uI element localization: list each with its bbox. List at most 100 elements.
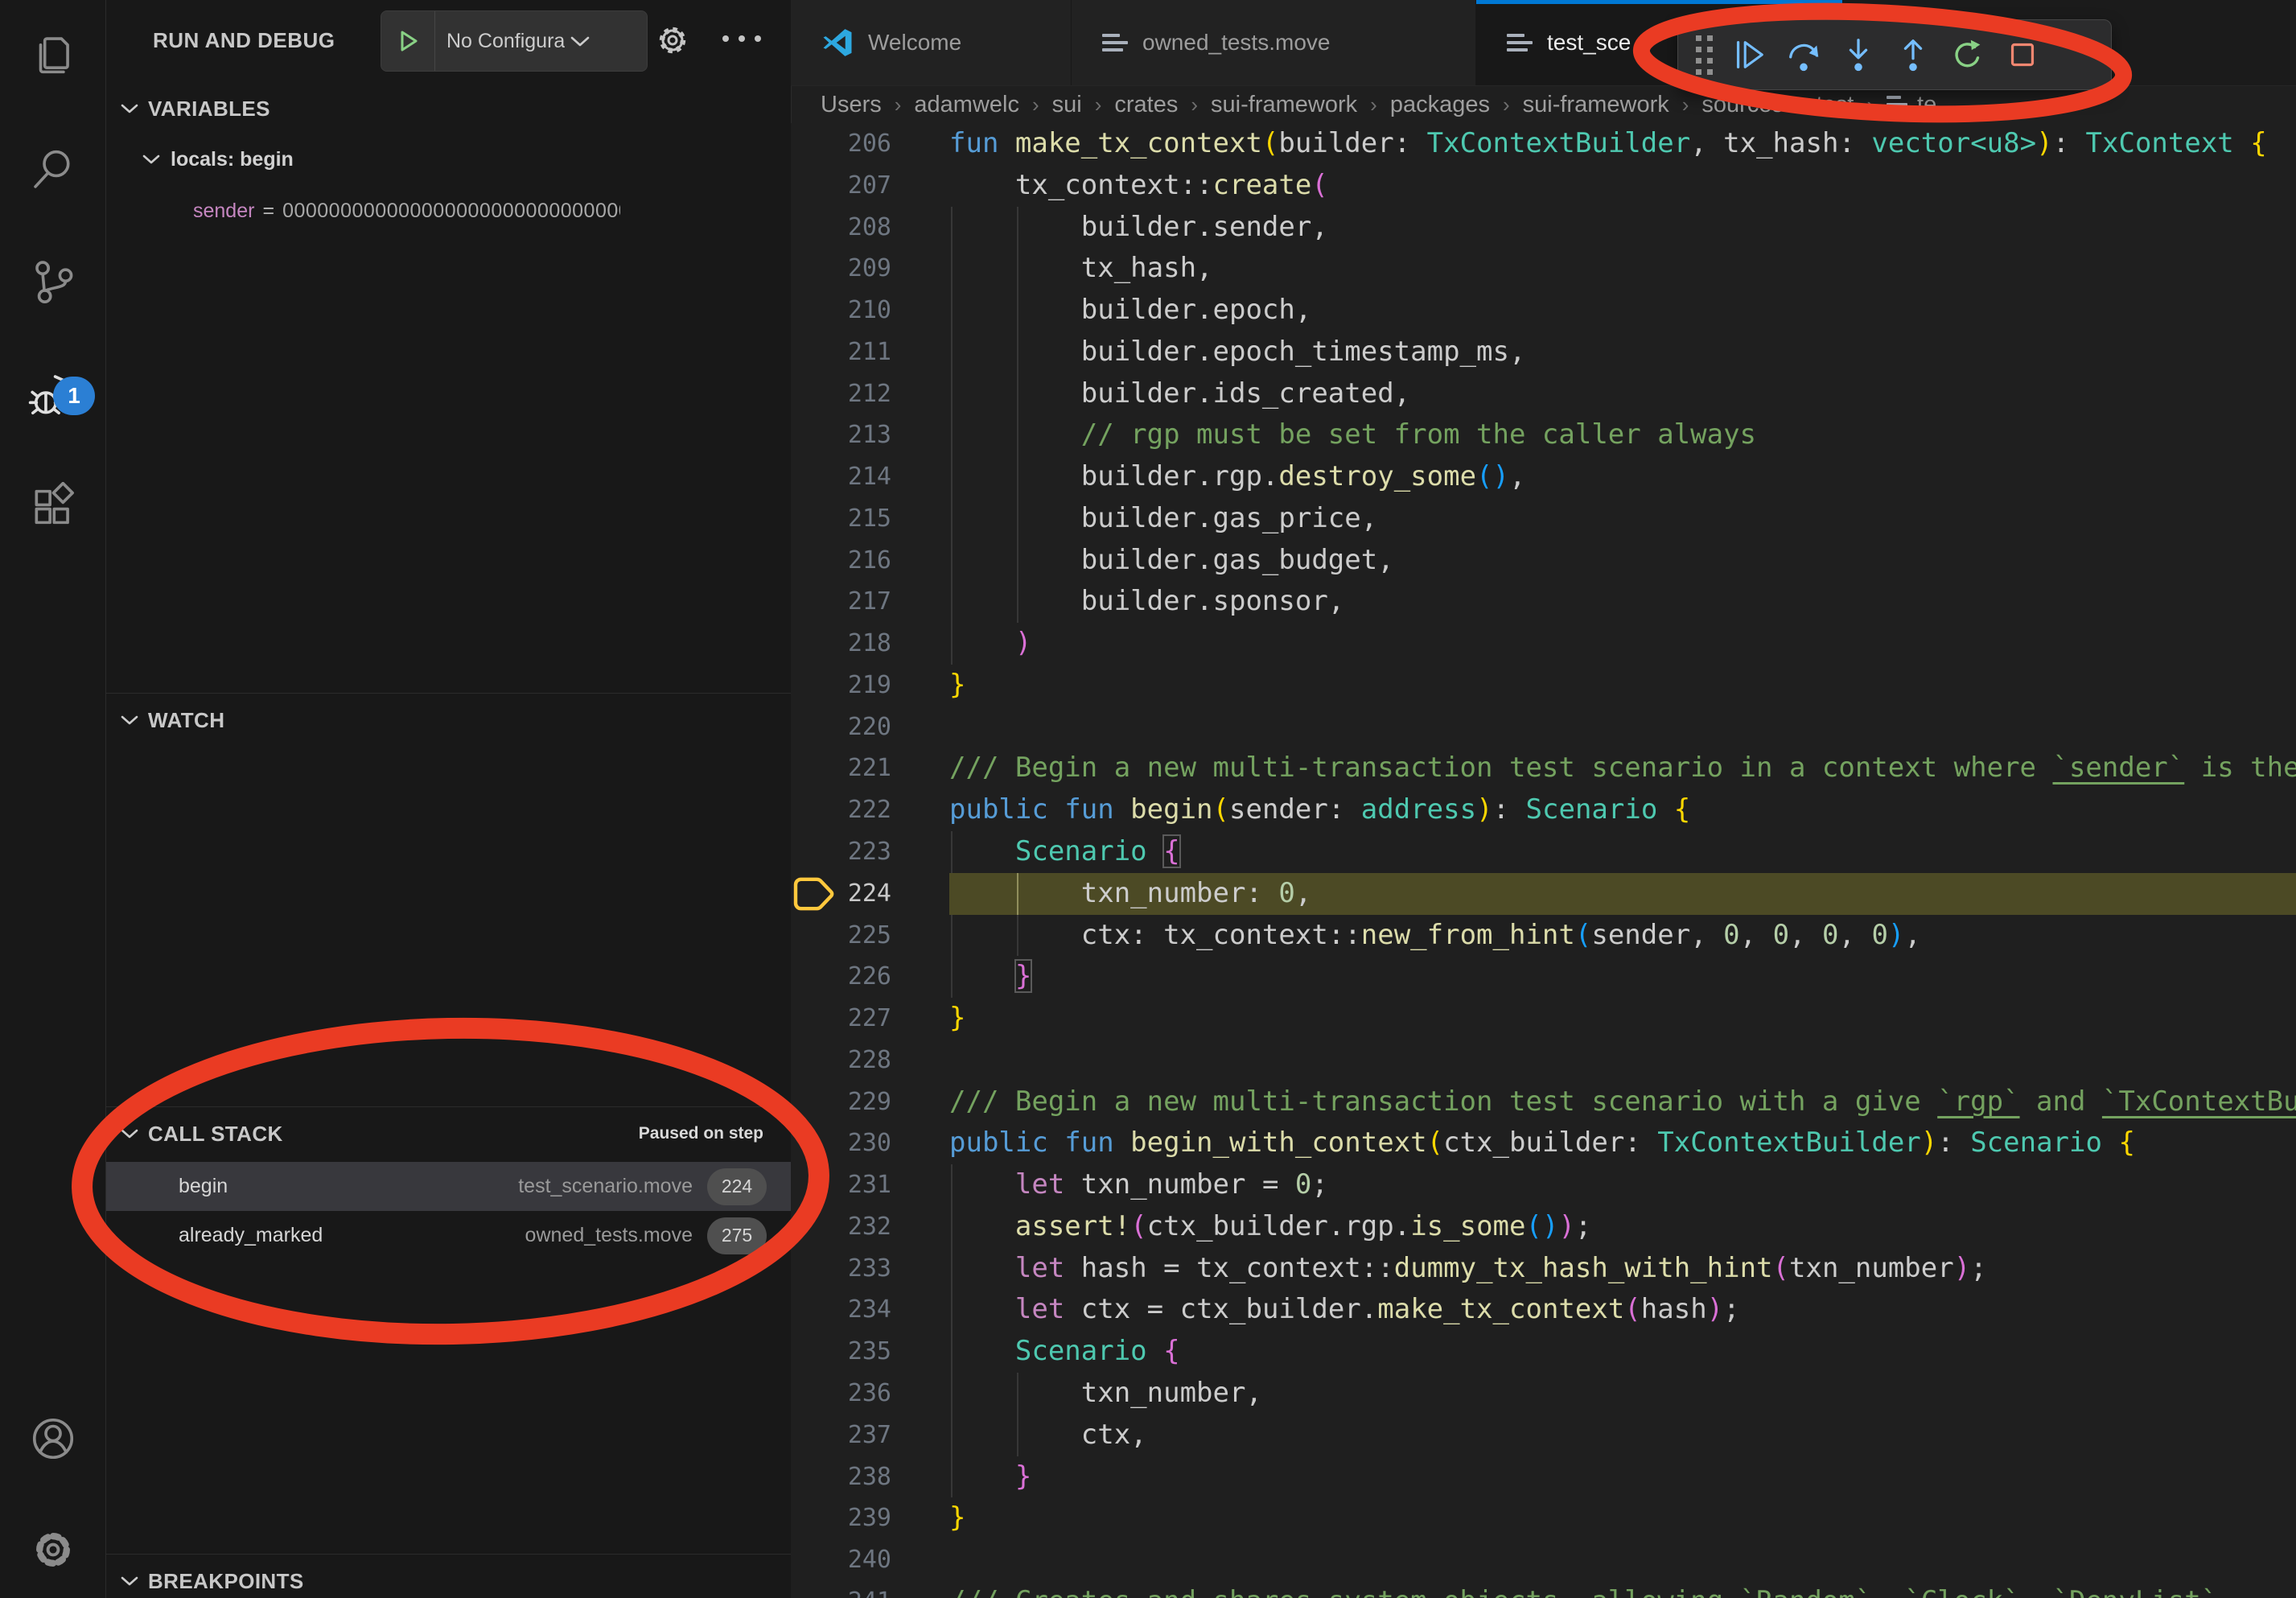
settings-button[interactable] <box>0 1503 105 1598</box>
breadcrumb-separator: › <box>1866 93 1874 117</box>
breadcrumb-item[interactable]: adamwelc <box>914 92 1019 118</box>
glyph-margin <box>791 623 837 665</box>
step-over-button[interactable] <box>1776 26 1831 84</box>
line-number: 223 <box>837 831 891 873</box>
variables-section-header[interactable]: VARIABLES <box>106 89 791 128</box>
code-line: 239} <box>791 1497 2296 1539</box>
more-actions-icon[interactable] <box>722 35 771 47</box>
breadcrumb-separator: › <box>1032 93 1039 117</box>
config-select-label: No Configura <box>446 30 565 53</box>
glyph-margin <box>791 915 837 957</box>
sidebar-item-source-control[interactable] <box>0 235 105 332</box>
code-line: 226 } <box>791 956 2296 998</box>
code-line: 210 builder.epoch, <box>791 290 2296 332</box>
glyph-margin <box>791 248 837 290</box>
glyph-margin <box>791 1581 837 1598</box>
chevron-down-icon <box>570 35 590 47</box>
line-number: 239 <box>837 1497 891 1539</box>
line-number: 216 <box>837 540 891 582</box>
variables-scope-row[interactable]: locals: begin <box>106 138 791 180</box>
call-stack-frame[interactable]: already_markedowned_tests.move275 <box>106 1211 791 1260</box>
line-number: 238 <box>837 1456 891 1498</box>
code-line: 241/// Creates and shares system objects… <box>791 1581 2296 1598</box>
glyph-margin <box>791 165 837 207</box>
line-number: 221 <box>837 748 891 789</box>
debug-toolbar <box>1677 19 2112 90</box>
chevron-down-icon <box>120 715 139 726</box>
code-line: 209 tx_hash, <box>791 248 2296 290</box>
activity-bar: 1 <box>0 0 106 1598</box>
stop-button[interactable] <box>1995 26 2050 84</box>
breadcrumb-item[interactable]: sources <box>1701 92 1784 118</box>
code-line: 233 let hash = tx_context::dummy_tx_hash… <box>791 1248 2296 1290</box>
breadcrumb-item[interactable]: sui-framework <box>1211 92 1357 118</box>
line-number: 234 <box>837 1289 891 1331</box>
start-debug-button[interactable] <box>381 11 435 71</box>
sidebar-item-extensions[interactable] <box>0 460 105 557</box>
glyph-margin <box>791 998 837 1040</box>
step-into-button[interactable] <box>1831 26 1886 84</box>
scope-label: locals: begin <box>171 148 294 171</box>
code-line: 211 builder.epoch_timestamp_ms, <box>791 332 2296 373</box>
tab-owned-tests[interactable]: owned_tests.move <box>1072 0 1476 85</box>
breadcrumb-item[interactable]: sui <box>1052 92 1082 118</box>
sidebar-item-search[interactable] <box>0 122 105 219</box>
call-stack-frame[interactable]: begintest_scenario.move224 <box>106 1162 791 1211</box>
continue-button[interactable] <box>1722 26 1776 84</box>
tab-welcome[interactable]: Welcome <box>791 0 1072 85</box>
continue-icon <box>1730 36 1767 73</box>
breadcrumb-file[interactable]: te <box>1917 92 1936 118</box>
code-line: 213 // rgp must be set from the caller a… <box>791 414 2296 456</box>
watch-section-header[interactable]: WATCH <box>106 701 791 739</box>
drag-handle-icon[interactable] <box>1686 26 1722 84</box>
breadcrumb-item[interactable]: test <box>1817 92 1854 118</box>
line-number: 231 <box>837 1164 891 1206</box>
breadcrumb-item[interactable]: crates <box>1114 92 1178 118</box>
line-number: 237 <box>837 1415 891 1456</box>
tab-label: test_sce <box>1547 30 1631 56</box>
glyph-margin <box>791 498 837 540</box>
sidebar-item-explorer[interactable] <box>0 10 105 106</box>
code-line: 222public fun begin(sender: address): Sc… <box>791 789 2296 831</box>
account-button[interactable] <box>0 1392 105 1489</box>
code-line: 218 ) <box>791 623 2296 665</box>
code-line: 238 } <box>791 1456 2296 1498</box>
breadcrumb-item[interactable]: sui-framework <box>1523 92 1669 118</box>
breadcrumb-item[interactable]: packages <box>1390 92 1490 118</box>
step-out-button[interactable] <box>1886 26 1940 84</box>
chevron-down-icon <box>120 1575 139 1587</box>
stop-icon <box>2004 36 2041 73</box>
call-stack-section-header[interactable]: CALL STACK Paused on step <box>106 1114 791 1153</box>
tab-label: owned_tests.move <box>1142 30 1330 56</box>
code-line: 235 Scenario { <box>791 1331 2296 1373</box>
code-line: 225 ctx: tx_context::new_from_hint(sende… <box>791 915 2296 957</box>
line-number: 214 <box>837 456 891 498</box>
line-number: 212 <box>837 373 891 415</box>
code-line: 229/// Begin a new multi-transaction tes… <box>791 1081 2296 1123</box>
debug-settings-gear[interactable] <box>653 21 692 60</box>
variable-row[interactable]: sender = 000000000000000000000000000000… <box>106 190 791 232</box>
sidebar-item-run-and-debug[interactable]: 1 <box>0 348 105 444</box>
line-number: 217 <box>837 581 891 623</box>
breadcrumb: Users›adamwelc›sui›crates›sui-framework›… <box>821 86 2296 123</box>
debug-badge: 1 <box>53 377 95 415</box>
breakpoints-section-header[interactable]: BREAKPOINTS <box>106 1562 791 1598</box>
glyph-margin <box>791 414 837 456</box>
vscode-logo-icon <box>821 27 854 59</box>
glyph-margin <box>791 665 837 706</box>
line-number: 227 <box>837 998 891 1040</box>
code-line: 220 <box>791 706 2296 748</box>
line-number: 218 <box>837 623 891 665</box>
code-editor[interactable]: 206fun make_tx_context(builder: TxContex… <box>791 123 2296 1598</box>
debug-configuration-select[interactable]: No Configura <box>381 10 648 72</box>
glyph-margin <box>791 1206 837 1248</box>
breadcrumb-item[interactable]: Users <box>821 92 882 118</box>
code-line: 224 txn_number: 0, <box>791 873 2296 915</box>
glyph-margin <box>791 1456 837 1498</box>
move-file-icon <box>1102 34 1128 51</box>
step-over-icon <box>1785 36 1822 73</box>
line-number: 211 <box>837 332 891 373</box>
variables-header-label: VARIABLES <box>148 97 270 121</box>
restart-button[interactable] <box>1940 26 1995 84</box>
code-line: 212 builder.ids_created, <box>791 373 2296 415</box>
